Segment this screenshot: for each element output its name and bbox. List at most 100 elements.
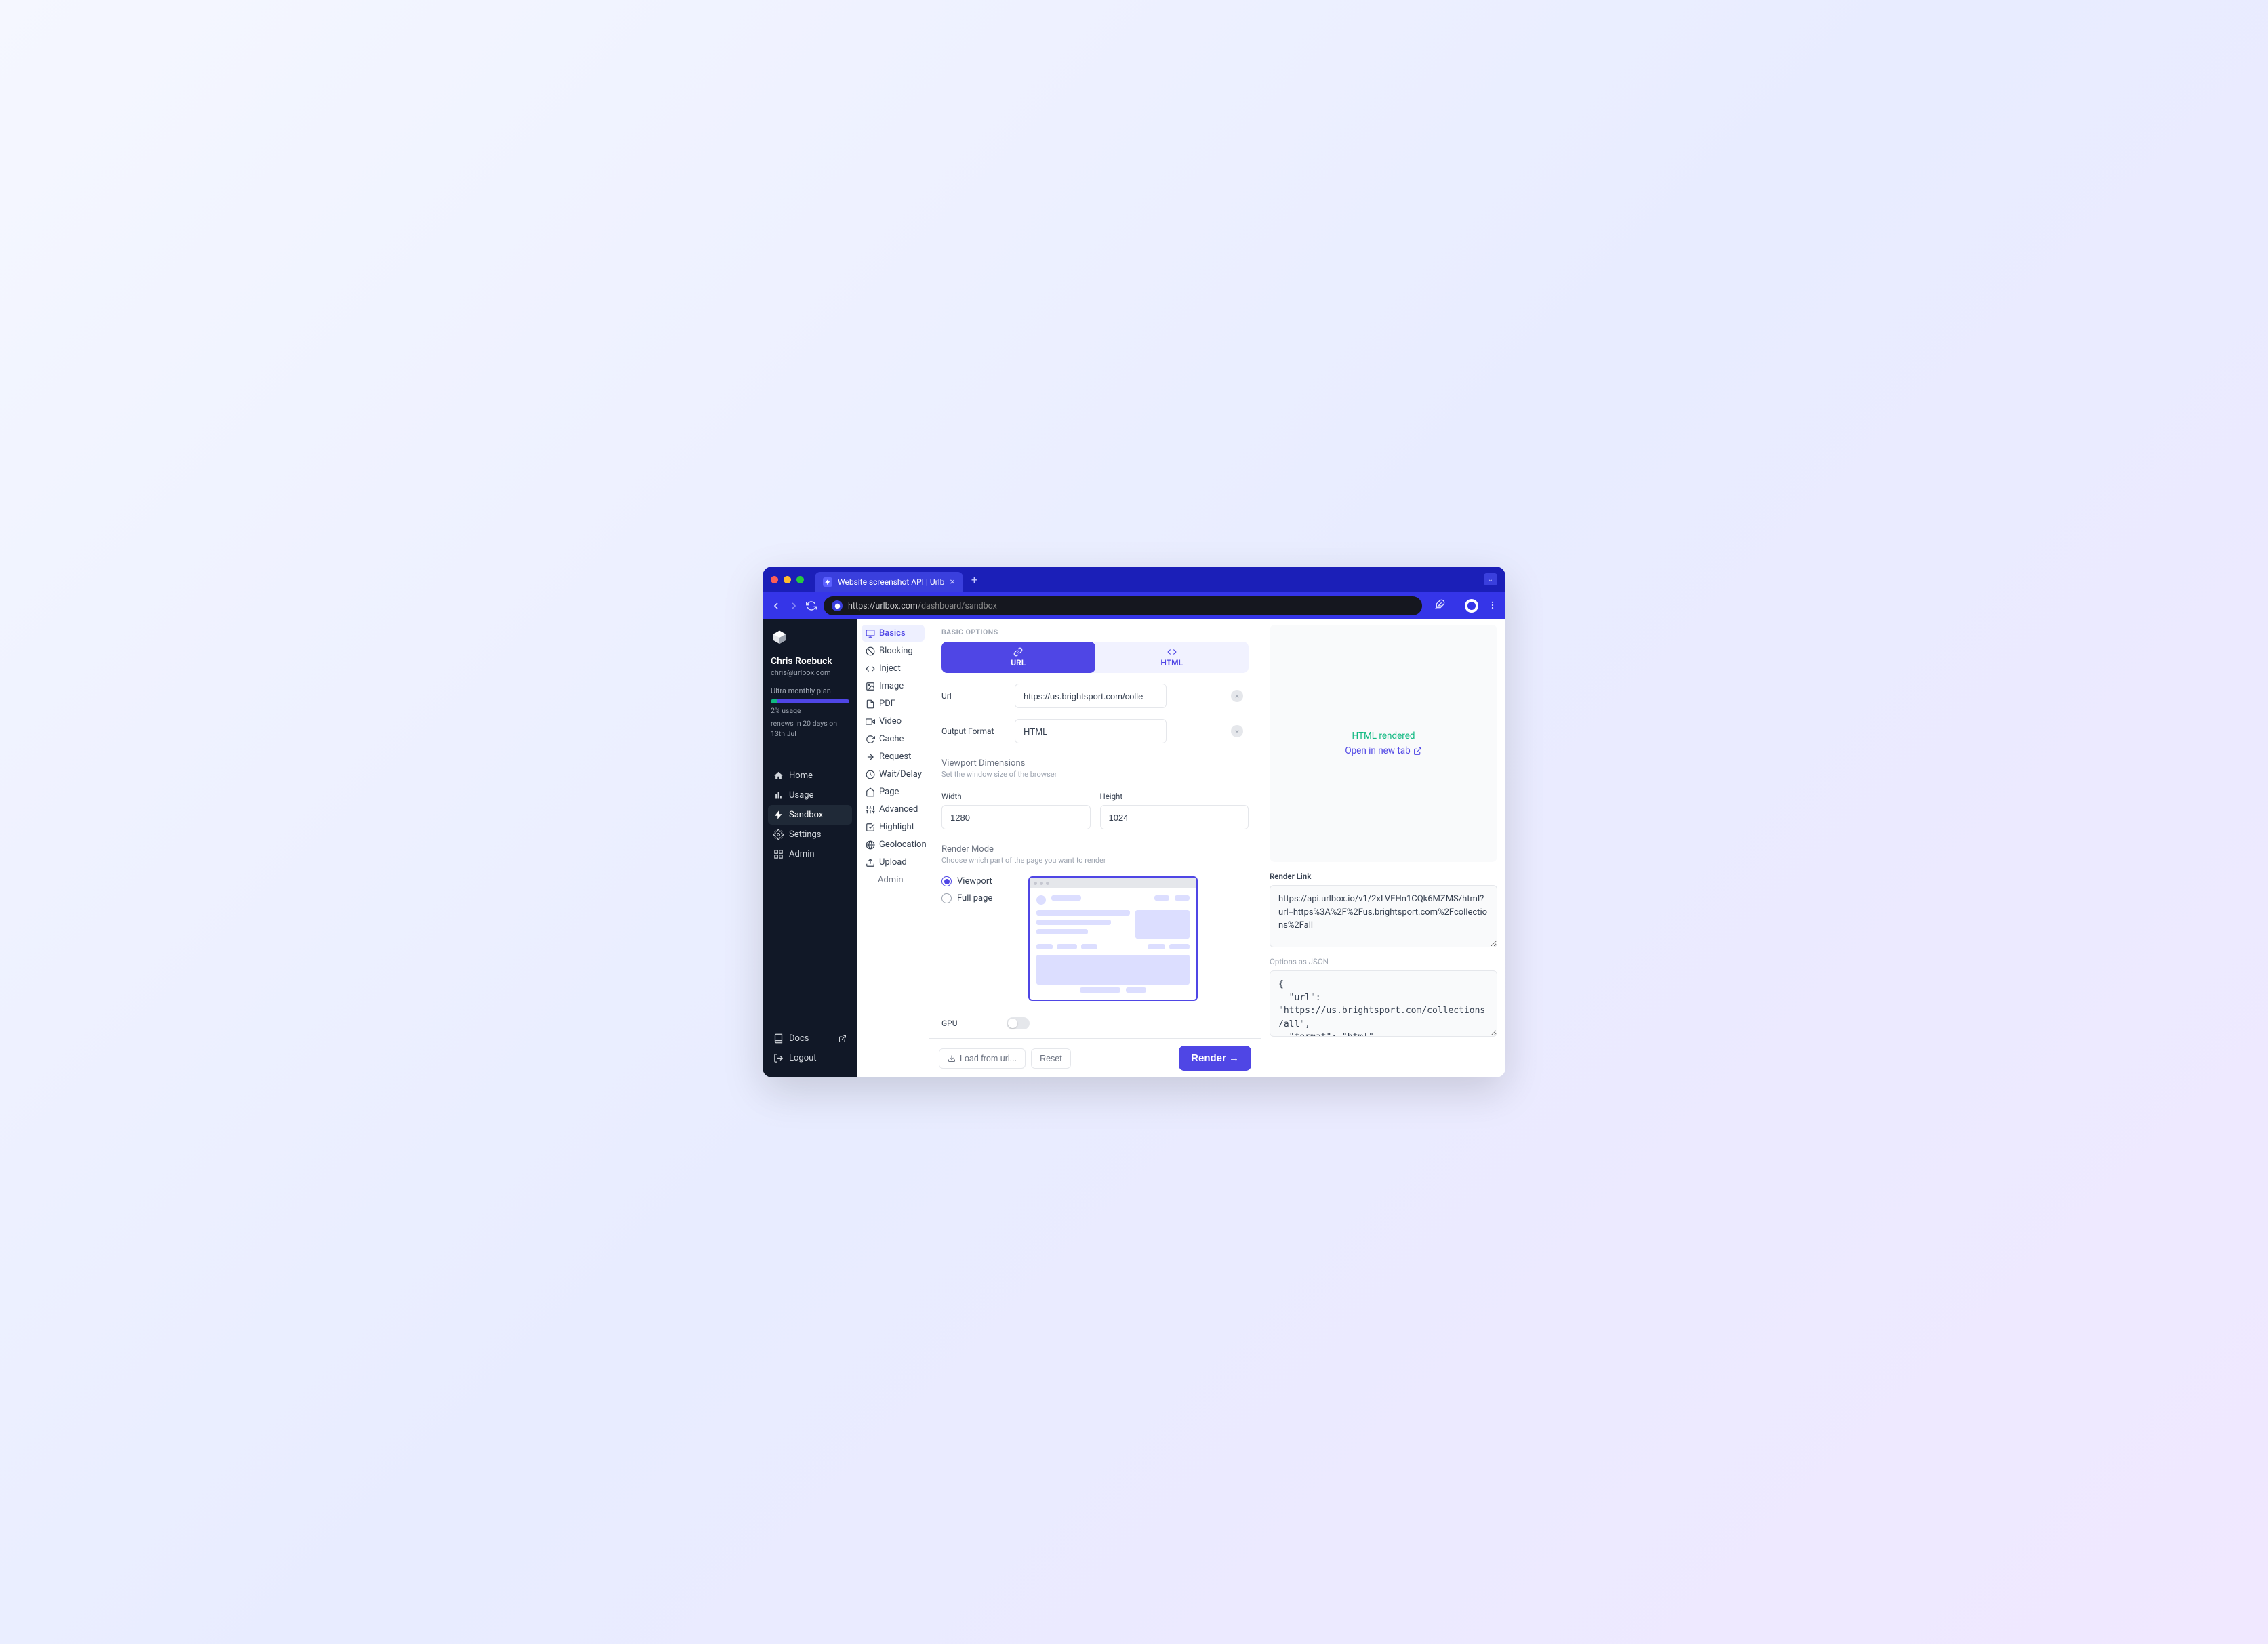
reset-button[interactable]: Reset — [1031, 1048, 1071, 1069]
extensions-icon[interactable] — [1434, 599, 1445, 613]
config-tab-blocking[interactable]: Blocking — [862, 642, 925, 659]
source-tab-html[interactable]: HTML — [1095, 642, 1249, 673]
nav-settings-label: Settings — [789, 829, 821, 840]
result-card: HTML rendered Open in new tab — [1270, 625, 1497, 862]
nav-reload-button[interactable] — [806, 600, 817, 611]
config-tab-image[interactable]: Image — [862, 678, 925, 695]
url-label: Url — [941, 691, 1007, 701]
nav-forward-button[interactable] — [788, 600, 799, 611]
result-status: HTML rendered — [1352, 731, 1415, 741]
profile-avatar-icon[interactable] — [1465, 599, 1478, 613]
config-tab-video[interactable]: Video — [862, 713, 925, 730]
render-link-textarea[interactable] — [1270, 885, 1497, 947]
height-label: Height — [1100, 792, 1249, 801]
render-button[interactable]: Render → — [1179, 1046, 1251, 1071]
config-tab-pdf[interactable]: PDF — [862, 695, 925, 712]
nav-settings[interactable]: Settings — [768, 825, 852, 844]
main-content: BASIC OPTIONS URL HTML Url — [929, 619, 1505, 1077]
user-email: chris@urlbox.com — [771, 668, 852, 677]
nav-usage[interactable]: Usage — [768, 785, 852, 805]
nav-home[interactable]: Home — [768, 766, 852, 785]
tab-favicon-icon — [823, 577, 832, 587]
window-close-button[interactable] — [771, 576, 778, 583]
load-from-url-button[interactable]: Load from url... — [939, 1048, 1026, 1069]
nav-admin-label: Admin — [789, 849, 815, 859]
width-input[interactable] — [941, 805, 1091, 829]
plan-label: Ultra monthly plan — [771, 686, 852, 695]
address-bar[interactable]: https://urlbox.com/dashboard/sandbox — [824, 596, 1422, 615]
form-panel: BASIC OPTIONS URL HTML Url — [929, 619, 1261, 1077]
nav-admin[interactable]: Admin — [768, 844, 852, 864]
tabs-dropdown-icon[interactable]: ⌄ — [1484, 573, 1497, 585]
config-tab-upload[interactable]: Upload — [862, 854, 925, 871]
config-tab-wait-delay[interactable]: Wait/Delay — [862, 766, 925, 783]
config-tab-cache[interactable]: Cache — [862, 731, 925, 747]
format-clear-icon[interactable]: × — [1231, 725, 1243, 737]
browser-tab[interactable]: Website screenshot API | Urlb × — [815, 572, 963, 592]
section-eyebrow: BASIC OPTIONS — [941, 628, 1249, 636]
config-tab-geolocation[interactable]: Geolocation — [862, 836, 925, 853]
gpu-label: GPU — [941, 1019, 1007, 1028]
config-tab-request[interactable]: Request — [862, 748, 925, 765]
tab-title: Website screenshot API | Urlb — [838, 577, 944, 587]
render-preview — [1028, 876, 1249, 1001]
window-minimize-button[interactable] — [784, 576, 791, 583]
radio-fullpage[interactable]: Full page — [941, 893, 1016, 903]
traffic-lights — [771, 576, 804, 583]
render-mode-title: Render Mode — [941, 844, 1249, 855]
config-sidebar: Basics Blocking Inject Image PDF Video — [857, 619, 929, 1077]
app-logo-icon — [771, 629, 788, 646]
render-mode-desc: Choose which part of the page you want t… — [941, 856, 1249, 865]
browser-titlebar: Website screenshot API | Urlb × + ⌄ — [763, 567, 1505, 592]
config-tab-page[interactable]: Page — [862, 783, 925, 800]
radio-icon — [941, 893, 952, 903]
gpu-toggle[interactable] — [1007, 1017, 1030, 1029]
nav-logout[interactable]: Logout — [768, 1048, 852, 1068]
nav-docs-label: Docs — [789, 1033, 809, 1044]
output-panel: HTML rendered Open in new tab Render Lin… — [1261, 619, 1505, 1077]
nav-back-button[interactable] — [771, 600, 782, 611]
tab-close-icon[interactable]: × — [950, 577, 954, 588]
width-label: Width — [941, 792, 1091, 801]
browser-toolbar: https://urlbox.com/dashboard/sandbox — [763, 592, 1505, 619]
nav-home-label: Home — [789, 770, 813, 781]
radio-icon — [941, 876, 952, 886]
url-input[interactable] — [1015, 684, 1167, 708]
nav-usage-label: Usage — [789, 790, 813, 800]
external-link-icon — [838, 1035, 847, 1043]
format-input[interactable] — [1015, 719, 1167, 743]
browser-menu-icon[interactable] — [1488, 600, 1497, 613]
form-footer: Load from url... Reset Render → — [929, 1038, 1261, 1077]
config-tab-advanced[interactable]: Advanced — [862, 801, 925, 818]
height-input[interactable] — [1100, 805, 1249, 829]
new-tab-button[interactable]: + — [971, 573, 977, 586]
user-name: Chris Roebuck — [771, 656, 852, 667]
app-body: Chris Roebuck chris@urlbox.com Ultra mon… — [763, 619, 1505, 1077]
options-json-textarea[interactable] — [1270, 970, 1497, 1037]
config-tab-admin-sub[interactable]: Admin — [862, 871, 925, 888]
address-text: https://urlbox.com/dashboard/sandbox — [848, 601, 997, 611]
radio-viewport[interactable]: Viewport — [941, 876, 1016, 886]
browser-window: Website screenshot API | Urlb × + ⌄ http… — [763, 567, 1505, 1077]
config-tab-basics[interactable]: Basics — [862, 625, 925, 642]
config-tab-highlight[interactable]: Highlight — [862, 819, 925, 836]
nav-logout-label: Logout — [789, 1053, 817, 1063]
nav-docs[interactable]: Docs — [768, 1029, 852, 1048]
url-clear-icon[interactable]: × — [1231, 690, 1243, 702]
nav-sandbox-label: Sandbox — [789, 810, 823, 820]
site-info-icon[interactable] — [832, 600, 843, 611]
options-label: Options as JSON — [1270, 957, 1497, 966]
render-link-label: Render Link — [1270, 871, 1497, 881]
external-link-icon — [1413, 747, 1422, 756]
source-type-tabs: URL HTML — [941, 642, 1249, 673]
app-sidebar: Chris Roebuck chris@urlbox.com Ultra mon… — [763, 619, 857, 1077]
window-maximize-button[interactable] — [796, 576, 804, 583]
format-label: Output Format — [941, 726, 1007, 736]
usage-text: 2% usage — [771, 706, 849, 715]
source-tab-url[interactable]: URL — [941, 642, 1095, 673]
renew-text: renews in 20 days on 13th Jul — [771, 719, 849, 739]
config-tab-inject[interactable]: Inject — [862, 660, 925, 677]
viewport-title: Viewport Dimensions — [941, 758, 1249, 768]
nav-sandbox[interactable]: Sandbox — [768, 805, 852, 825]
open-new-tab-link[interactable]: Open in new tab — [1345, 745, 1421, 756]
